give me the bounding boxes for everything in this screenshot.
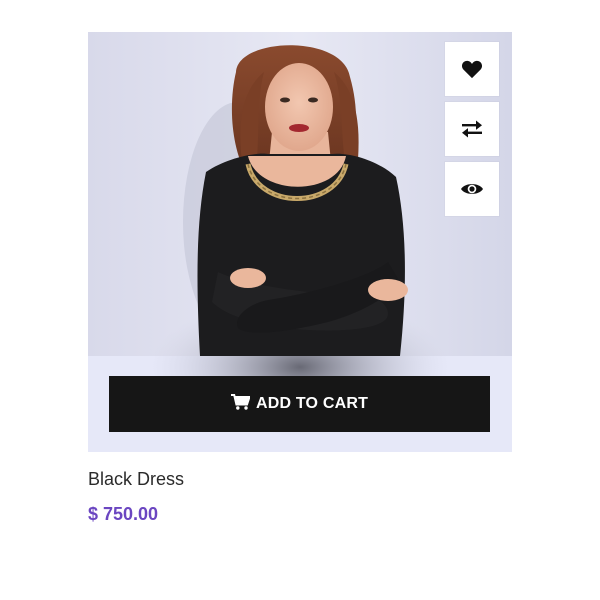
product-price: $ 750.00 — [88, 504, 159, 524]
product-title[interactable]: Black Dress — [88, 469, 184, 490]
compare-arrows-icon — [461, 120, 483, 138]
cart-icon — [230, 393, 251, 415]
product-card[interactable]: ADD TO CART — [88, 32, 512, 452]
compare-button[interactable] — [445, 102, 499, 156]
quick-view-button[interactable] — [445, 162, 499, 216]
wishlist-button[interactable] — [445, 42, 499, 96]
add-to-cart-button[interactable]: ADD TO CART — [109, 376, 490, 432]
product-page: ADD TO CART Black Dress $ 750.00 — [0, 0, 600, 600]
heart-icon — [461, 59, 483, 79]
add-to-cart-label: ADD TO CART — [255, 395, 369, 412]
eye-icon — [460, 181, 484, 197]
